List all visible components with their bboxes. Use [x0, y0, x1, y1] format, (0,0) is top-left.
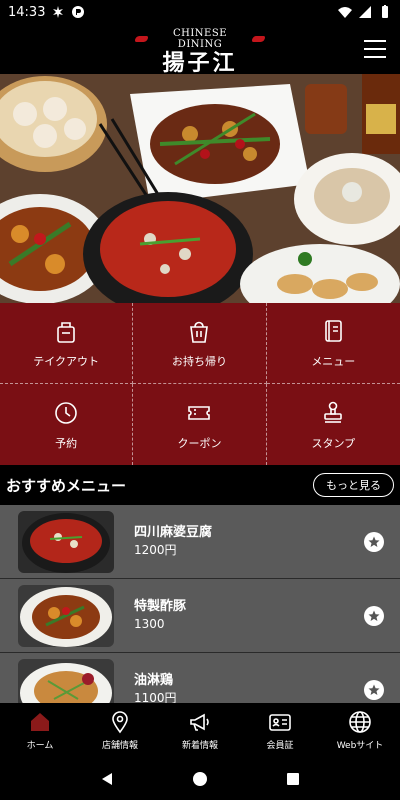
nav-label: ホーム: [26, 740, 54, 751]
dish-thumbnail: [18, 510, 114, 573]
recommend-list: 四川麻婆豆腐 1200円 特製酢豚 1300 油淋鶏 1100円: [0, 505, 400, 703]
globe-icon: [349, 710, 371, 733]
favorite-star-button[interactable]: [364, 531, 384, 552]
grid-item-coupon[interactable]: クーポン: [133, 384, 267, 465]
nav-store-info[interactable]: 店舗情報: [80, 703, 160, 757]
dish-price: 1300: [134, 617, 165, 631]
member-card-icon: [269, 713, 291, 731]
brand-logo: CHINESE DINING 揚子江: [135, 28, 265, 76]
list-item[interactable]: 油淋鶏 1100円: [0, 653, 400, 703]
logo-wing-right-icon: [251, 36, 265, 42]
wifi-icon: [338, 7, 352, 18]
star-icon: [368, 610, 380, 621]
megaphone-icon: [190, 713, 209, 731]
back-icon[interactable]: [99, 771, 115, 787]
nav-website[interactable]: Webサイト: [320, 703, 400, 757]
home-circle-icon[interactable]: [192, 771, 208, 787]
list-item[interactable]: 特製酢豚 1300: [0, 579, 400, 653]
recents-icon[interactable]: [285, 771, 301, 787]
dish-thumbnail: [18, 658, 114, 703]
coupon-icon: [188, 405, 211, 420]
list-item[interactable]: 四川麻婆豆腐 1200円: [0, 505, 400, 579]
nav-home[interactable]: ホーム: [0, 703, 80, 757]
signal-icon: [359, 6, 371, 18]
food-box-icon: [190, 321, 209, 343]
dish-name: 油淋鶏: [134, 673, 174, 688]
dish-name: 四川麻婆豆腐: [134, 525, 213, 540]
grid-item-takeout[interactable]: テイクアウト: [0, 303, 134, 384]
menu-book-icon: [325, 320, 343, 342]
nav-label: 店舗情報: [101, 740, 138, 751]
grid-item-menu[interactable]: メニュー: [266, 303, 400, 384]
favorite-star-button[interactable]: [364, 605, 384, 626]
dish-price: 1100円: [134, 691, 177, 703]
notification-icon: [53, 6, 64, 18]
grid-item-reservation[interactable]: 予約: [0, 384, 134, 465]
hamburger-menu-button[interactable]: [364, 38, 386, 60]
location-pin-icon: [112, 710, 128, 733]
hero-food-image: [0, 74, 400, 303]
dish-price: 1200円: [134, 543, 177, 557]
favorite-star-button[interactable]: [364, 679, 384, 700]
logo-wing-left-icon: [135, 36, 149, 42]
system-nav-bar: [0, 757, 400, 800]
stamp-icon: [324, 401, 343, 423]
takeout-bag-icon: [57, 322, 75, 343]
nav-label: 新着情報: [181, 740, 218, 751]
status-time: 14:33: [8, 4, 46, 20]
section-title: おすすめメニュー: [6, 476, 127, 495]
grid-item-label: 予約: [55, 436, 78, 450]
grid-item-label: テイクアウト: [33, 355, 100, 368]
grid-item-label: メニュー: [311, 355, 356, 368]
nav-label: 会員証: [266, 740, 294, 751]
brand-title: 揚子江: [162, 50, 238, 76]
nav-news[interactable]: 新着情報: [160, 703, 240, 757]
feature-grid: テイクアウト お持ち帰り メニュー 予約 クーポン スタンプ: [0, 303, 400, 465]
dish-thumbnail: [18, 584, 114, 647]
data-saver-icon: [72, 6, 85, 18]
grid-item-label: スタンプ: [311, 436, 356, 450]
grid-item-omochikaeri[interactable]: お持ち帰り: [133, 303, 267, 384]
star-icon: [368, 536, 380, 547]
clock-icon: [55, 401, 77, 424]
grid-item-stamp[interactable]: スタンプ: [267, 384, 400, 465]
status-bar: 14:33: [0, 0, 400, 24]
grid-item-label: クーポン: [177, 436, 222, 450]
app-header: CHINESE DINING 揚子江: [0, 24, 400, 76]
brand-subtitle: CHINESE DINING: [172, 28, 228, 50]
bottom-nav: ホーム 店舗情報 新着情報 会員証 Webサイト: [0, 703, 400, 757]
star-icon: [368, 684, 380, 695]
nav-member-card[interactable]: 会員証: [240, 703, 320, 757]
see-more-button[interactable]: もっと見る: [313, 473, 394, 497]
battery-icon: [382, 5, 388, 18]
home-icon: [31, 712, 49, 731]
nav-label: Webサイト: [336, 740, 384, 751]
recommend-header: おすすめメニュー もっと見る: [0, 465, 400, 505]
grid-item-label: お持ち帰り: [171, 355, 227, 368]
dish-name: 特製酢豚: [134, 599, 187, 614]
